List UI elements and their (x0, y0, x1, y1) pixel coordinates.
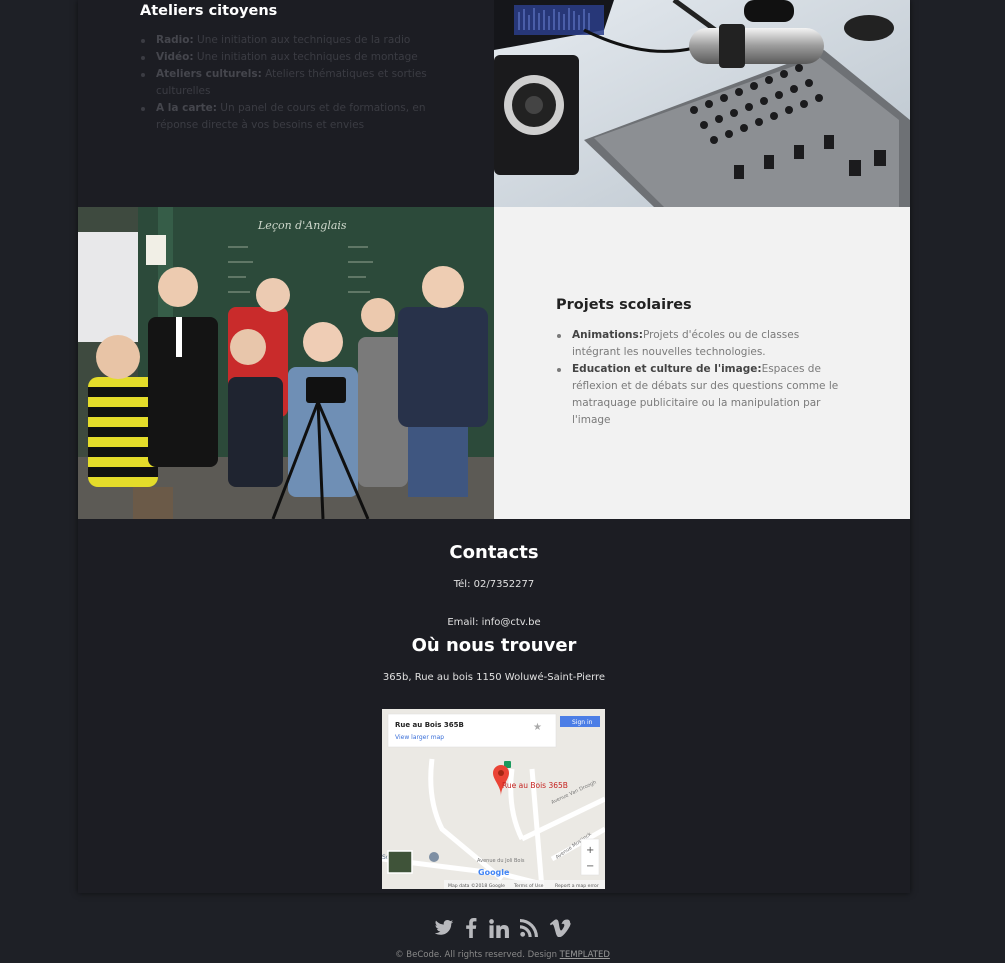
list-item: Education et culture de l'image:Espaces … (556, 361, 846, 429)
projets-title: Projets scolaires (556, 297, 692, 313)
school-kids-photo: Leçon d'Anglais (78, 207, 494, 519)
list-item: Ateliers culturels: Ateliers thématiques… (140, 66, 430, 100)
report-error-link[interactable]: Report a map error (555, 883, 599, 889)
list-item: A la carte: Un panel de cours et de form… (140, 100, 430, 134)
ateliers-list: Radio: Une initiation aux techniques de … (140, 32, 430, 134)
star-icon[interactable]: ★ (533, 722, 542, 733)
satellite-toggle[interactable] (387, 850, 413, 874)
zoom-out-button[interactable]: − (586, 861, 594, 872)
projets-text-block: Projets scolaires Animations:Projets d'é… (494, 207, 910, 519)
radio-mixer-photo (494, 0, 910, 207)
contact-email[interactable]: Email: info@ctv.be (78, 617, 910, 628)
projets-list: Animations:Projets d'écoles ou de classe… (556, 327, 846, 429)
svg-text:Map data ©2018 Google: Map data ©2018 Google (448, 882, 505, 889)
map-sign-in-button[interactable]: Sign in (572, 719, 593, 726)
google-map-embed[interactable]: Avenue Van Droogh Avenue du Joli Bois Av… (382, 709, 605, 889)
svg-text:Rue au Bois 365B: Rue au Bois 365B (502, 781, 568, 790)
footer-credits: © BeCode. All rights reserved. Design TE… (395, 950, 610, 960)
main-wrapper: Ateliers citoyens Radio: Une initiation … (78, 0, 910, 893)
blackboard-text: Leçon d'Anglais (257, 219, 347, 232)
kids-illustration: Leçon d'Anglais (78, 207, 494, 519)
mixer-illustration (494, 0, 910, 207)
twitter-icon[interactable] (434, 919, 454, 941)
google-logo: Google (478, 868, 510, 877)
linkedin-icon[interactable] (488, 918, 509, 942)
svg-text:Avenue du Joli Bois: Avenue du Joli Bois (477, 858, 525, 864)
terms-link[interactable]: Terms of Use (513, 883, 544, 889)
list-item: Animations:Projets d'écoles ou de classe… (556, 327, 846, 361)
zoom-in-button[interactable]: + (586, 845, 594, 856)
projets-section: Leçon d'Anglais Projets scolaires Animat… (78, 207, 910, 519)
map-canvas[interactable]: Avenue Van Droogh Avenue du Joli Bois Av… (382, 709, 605, 889)
ateliers-section: Ateliers citoyens Radio: Une initiation … (78, 0, 910, 207)
facebook-icon[interactable] (465, 918, 477, 942)
rss-icon[interactable] (519, 919, 538, 941)
ateliers-title: Ateliers citoyens (140, 3, 278, 19)
location-address: 365b, Rue au bois 1150 Woluwé-Saint-Pier… (382, 672, 606, 683)
templated-link[interactable]: TEMPLATED (560, 950, 610, 960)
social-icons (0, 918, 1005, 942)
map-place-name: Rue au Bois 365B (395, 721, 464, 729)
list-item: Radio: Une initiation aux techniques de … (140, 32, 430, 49)
ateliers-text-block: Ateliers citoyens Radio: Une initiation … (78, 0, 494, 207)
vimeo-icon[interactable] (549, 919, 571, 941)
list-item: Vidéo: Une initiation aux techniques de … (140, 49, 430, 66)
contact-phone: Tél: 02/7352277 (453, 579, 535, 590)
view-larger-map-link[interactable]: View larger map (395, 734, 444, 741)
location-title: Où nous trouver (411, 635, 577, 656)
contacts-title: Contacts (449, 542, 539, 563)
